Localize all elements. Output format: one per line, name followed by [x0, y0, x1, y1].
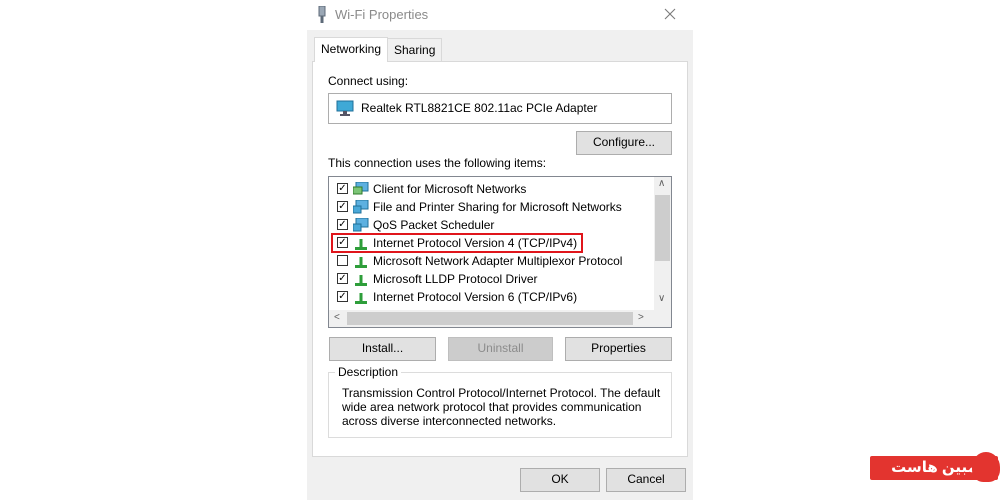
- item-checkbox[interactable]: ✓: [337, 201, 348, 212]
- close-button[interactable]: [647, 0, 693, 30]
- close-icon: [664, 8, 676, 23]
- tab-networking[interactable]: Networking: [314, 37, 389, 62]
- network-adapter-icon: [317, 5, 327, 24]
- horizontal-scroll-thumb[interactable]: [347, 312, 633, 325]
- tab-sharing[interactable]: Sharing: [387, 38, 443, 62]
- description-text: Transmission Control Protocol/Internet P…: [342, 386, 661, 428]
- window-title: Wi-Fi Properties: [335, 7, 429, 22]
- scroll-right-icon[interactable]: >: [638, 312, 644, 323]
- item-label: Microsoft LLDP Protocol Driver: [373, 272, 538, 286]
- properties-button[interactable]: Properties: [565, 337, 672, 361]
- horizontal-scrollbar[interactable]: < >: [329, 310, 671, 327]
- protocol-icon: [353, 236, 369, 254]
- item-label: File and Printer Sharing for Microsoft N…: [373, 200, 622, 214]
- configure-button[interactable]: Configure...: [576, 131, 672, 155]
- item-checkbox[interactable]: ✓: [337, 291, 348, 302]
- item-checkbox[interactable]: ✓: [337, 273, 348, 284]
- item-checkbox[interactable]: ✓: [337, 219, 348, 230]
- connect-using-label: Connect using:: [328, 74, 409, 88]
- scroll-up-icon[interactable]: ∧: [658, 178, 665, 189]
- adapter-field: Realtek RTL8821CE 802.11ac PCIe Adapter: [328, 93, 672, 124]
- ok-button[interactable]: OK: [520, 468, 600, 492]
- item-checkbox[interactable]: [337, 255, 348, 266]
- networking-panel: Connect using: Realtek RTL8821CE 802.11a…: [312, 61, 688, 457]
- protocol-icon: [353, 272, 369, 290]
- protocol-icon: [353, 254, 369, 272]
- scroll-left-icon[interactable]: <: [334, 312, 340, 323]
- protocol-icon: [353, 290, 369, 308]
- watermark-logo: مبین هاست: [870, 452, 1000, 482]
- network-service-icon: [352, 217, 369, 236]
- item-label: Microsoft Network Adapter Multiplexor Pr…: [373, 254, 623, 268]
- vertical-scrollbar[interactable]: ∧ ∨: [654, 177, 671, 310]
- mascot-icon: [972, 452, 1000, 482]
- cancel-button[interactable]: Cancel: [606, 468, 686, 492]
- network-client-icon: [352, 181, 369, 200]
- item-label: Client for Microsoft Networks: [373, 182, 527, 196]
- item-label: Internet Protocol Version 4 (TCP/IPv4): [373, 236, 578, 250]
- uninstall-button[interactable]: Uninstall: [448, 337, 553, 361]
- items-list[interactable]: ✓ Client for Microsoft Networks ✓ File a…: [328, 176, 672, 328]
- vertical-scroll-thumb[interactable]: [655, 195, 670, 261]
- wifi-properties-dialog: Wi-Fi Properties Networking Sharing Conn…: [307, 0, 693, 500]
- scroll-down-icon[interactable]: ∨: [658, 293, 665, 304]
- watermark-text: مبین هاست: [891, 459, 977, 476]
- adapter-icon: [336, 100, 354, 119]
- title-bar: Wi-Fi Properties: [307, 0, 693, 30]
- description-group: Description Transmission Control Protoco…: [328, 365, 672, 438]
- items-label: This connection uses the following items…: [328, 156, 547, 170]
- item-label: Internet Protocol Version 6 (TCP/IPv6): [373, 290, 578, 304]
- item-checkbox[interactable]: ✓: [337, 183, 348, 194]
- item-checkbox[interactable]: ✓: [337, 237, 348, 248]
- install-button[interactable]: Install...: [329, 337, 436, 361]
- adapter-name: Realtek RTL8821CE 802.11ac PCIe Adapter: [361, 101, 598, 115]
- description-title: Description: [335, 365, 402, 379]
- network-service-icon: [352, 199, 369, 218]
- item-label: QoS Packet Scheduler: [373, 218, 495, 232]
